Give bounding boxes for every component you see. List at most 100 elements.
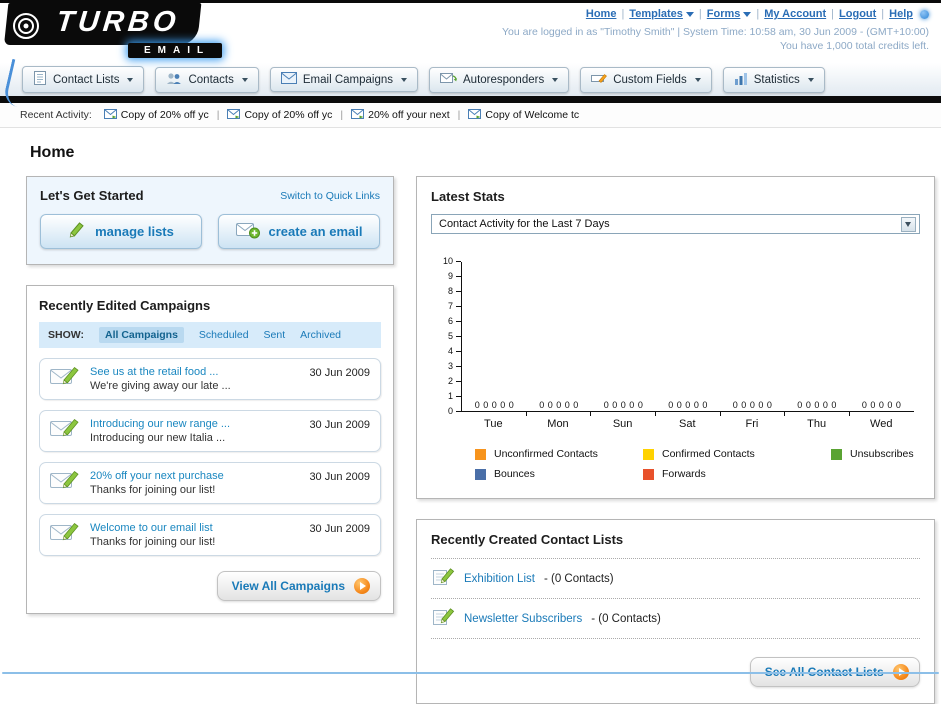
chevron-down-icon xyxy=(127,77,134,82)
campaign-title-link[interactable]: Introducing our new range ... xyxy=(90,418,230,430)
nav-tab-autoresponders[interactable]: Autoresponders xyxy=(429,66,570,93)
chart-legend: Unconfirmed Contacts Confirmed Contacts Un… xyxy=(475,448,914,480)
recent-contact-lists-panel: Recently Created Contact Lists Exhibitio… xyxy=(416,519,935,704)
tab-scheduled[interactable]: Scheduled xyxy=(199,329,249,341)
recent-activity-item[interactable]: Copy of 20% off yc xyxy=(227,108,332,122)
legend-item: Confirmed Contacts xyxy=(643,448,831,460)
email-icon xyxy=(468,108,482,122)
switch-quick-links-link[interactable]: Switch to Quick Links xyxy=(280,190,380,202)
main-content: Home Let's Get Started Switch to Quick L… xyxy=(0,128,941,704)
nav-tab-email-campaigns[interactable]: Email Campaigns xyxy=(269,67,418,92)
chevron-down-icon xyxy=(552,77,559,82)
recent-activity-item[interactable]: Copy of 20% off yc xyxy=(103,108,209,122)
campaign-date: 30 Jun 2009 xyxy=(309,523,370,535)
chart-group: 00000 xyxy=(603,400,643,410)
chart-group: 00000 xyxy=(732,400,772,410)
logo-subtitle: EMAIL xyxy=(128,43,223,58)
header-link-templates[interactable]: Templates xyxy=(629,8,694,20)
new-email-icon xyxy=(235,222,260,242)
campaign-row[interactable]: 20% off your next purchase Thanks for jo… xyxy=(39,462,381,504)
campaigns-title: Recently Edited Campaigns xyxy=(39,298,211,313)
nav-tab-contacts[interactable]: Contacts xyxy=(155,66,259,93)
nav-tab-statistics[interactable]: Statistics xyxy=(722,66,825,93)
chevron-down-icon xyxy=(807,77,814,82)
chart-group: 00000 xyxy=(539,400,579,410)
email-icon xyxy=(227,108,241,122)
chevron-down-icon xyxy=(743,11,752,17)
edit-list-icon xyxy=(433,607,455,630)
chart-x-tick-label: Fri xyxy=(719,412,785,430)
contact-list-row[interactable]: Newsletter Subscribers - (0 Contacts) xyxy=(431,599,920,639)
header-link-help[interactable]: Help xyxy=(889,8,913,20)
chart-y-axis: 0 1 2 3 4 5 6 7 8 9 10 xyxy=(439,257,461,416)
manage-lists-button[interactable]: manage lists xyxy=(40,214,202,249)
edit-email-icon xyxy=(50,469,80,497)
campaign-filter-tabs: SHOW: All Campaigns Scheduled Sent Archi… xyxy=(39,322,381,348)
legend-swatch xyxy=(475,448,486,460)
contact-lists-icon xyxy=(33,71,47,88)
recent-activity-item[interactable]: Copy of Welcome tc xyxy=(468,108,579,122)
legend-item: Unsubscribes xyxy=(831,448,914,460)
campaign-title-link[interactable]: See us at the retail food ... xyxy=(90,366,231,378)
legend-item: Unconfirmed Contacts xyxy=(475,448,643,460)
header-link-logout[interactable]: Logout xyxy=(839,8,876,20)
chevron-down-icon xyxy=(401,77,407,82)
edit-email-icon xyxy=(50,521,80,549)
nav-tab-contact-lists[interactable]: Contact Lists xyxy=(22,66,145,93)
campaign-row[interactable]: Introducing our new range ... Introducin… xyxy=(39,410,381,452)
campaign-row[interactable]: See us at the retail food ... We're givi… xyxy=(39,358,381,400)
legend-swatch xyxy=(475,468,486,480)
email-icon xyxy=(103,108,117,122)
main-nav: Contact Lists Contacts Email Campaigns A… xyxy=(0,63,941,96)
header-link-forms[interactable]: Forms xyxy=(707,8,752,20)
divider-stripe xyxy=(0,96,941,103)
chart-x-labels: Tue Mon Sun Sat Fri Thu Wed xyxy=(461,412,914,430)
legend-swatch xyxy=(643,468,654,480)
header-link-my-account[interactable]: My Account xyxy=(764,8,826,20)
recent-activity-item[interactable]: 20% off your next xyxy=(351,108,450,122)
contact-list-link[interactable]: Newsletter Subscribers xyxy=(464,613,582,625)
page-title: Home xyxy=(30,144,75,161)
campaign-row[interactable]: Welcome to our email list Thanks for joi… xyxy=(39,514,381,556)
chart-group: 00000 xyxy=(797,400,837,410)
contact-list-count: - (0 Contacts) xyxy=(591,612,661,625)
campaign-date: 30 Jun 2009 xyxy=(309,419,370,431)
select-dropdown-icon xyxy=(900,216,916,232)
chart-x-tick-label: Sun xyxy=(590,412,655,430)
campaign-title-link[interactable]: Welcome to our email list xyxy=(90,522,215,534)
chart-group: 00000 xyxy=(668,400,708,410)
campaign-subtitle: Thanks for joining our list! xyxy=(90,536,216,548)
statistics-icon xyxy=(734,72,748,88)
get-started-panel: Let's Get Started Switch to Quick Links … xyxy=(26,176,394,265)
get-started-title: Let's Get Started xyxy=(40,188,144,203)
notification-dot-icon xyxy=(920,9,929,19)
email-icon xyxy=(351,108,365,122)
legend-swatch xyxy=(831,448,842,460)
legend-item: Bounces xyxy=(475,468,643,480)
tab-sent[interactable]: Sent xyxy=(264,329,286,341)
contact-list-row[interactable]: Exhibition List - (0 Contacts) xyxy=(431,558,920,599)
chevron-down-icon xyxy=(241,77,248,82)
chart-x-tick-label: Mon xyxy=(525,412,591,430)
logo-swirl-icon xyxy=(8,8,44,49)
app-logo: TURBO EMAIL xyxy=(0,3,280,61)
autoresponders-icon xyxy=(440,72,457,88)
create-email-button[interactable]: create an email xyxy=(218,214,380,249)
chart-x-tick-label: Tue xyxy=(484,418,503,430)
contact-activity-chart: 0 1 2 3 4 5 6 7 8 9 10 00000 00000 00000 00000 00000 00… xyxy=(439,257,914,480)
chart-group: 00000 xyxy=(474,400,514,410)
campaign-title-link[interactable]: 20% off your next purchase xyxy=(90,470,224,482)
tab-all-campaigns[interactable]: All Campaigns xyxy=(98,327,184,343)
view-all-campaigns-button[interactable]: View All Campaigns xyxy=(216,571,381,601)
recent-activity-bar: Recent Activity: Copy of 20% off yc | Co… xyxy=(0,103,941,128)
contact-list-link[interactable]: Exhibition List xyxy=(464,573,535,585)
edit-email-icon xyxy=(50,365,80,393)
campaign-date: 30 Jun 2009 xyxy=(309,471,370,483)
chart-x-tick-label: Wed xyxy=(848,412,914,430)
custom-fields-icon xyxy=(591,72,608,88)
tab-archived[interactable]: Archived xyxy=(300,329,341,341)
stats-period-select[interactable]: Contact Activity for the Last 7 Days xyxy=(431,214,920,234)
header-link-home[interactable]: Home xyxy=(586,8,617,20)
campaign-subtitle: Introducing our new Italia ... xyxy=(90,432,226,444)
nav-tab-custom-fields[interactable]: Custom Fields xyxy=(580,66,712,93)
